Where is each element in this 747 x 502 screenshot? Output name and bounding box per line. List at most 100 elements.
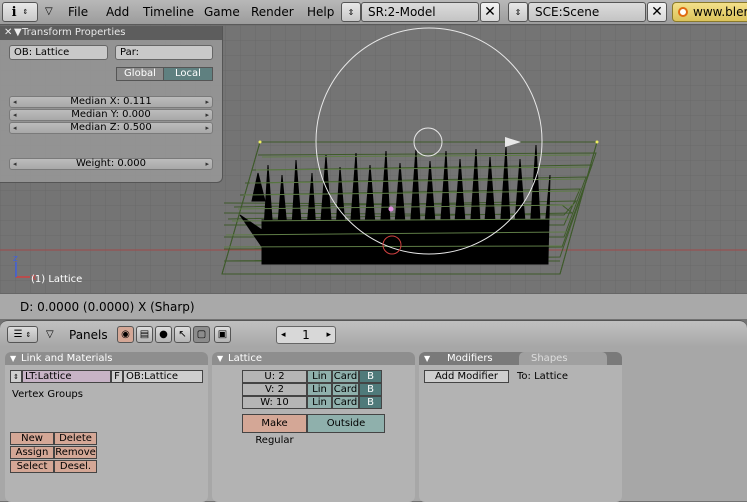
arrow-right-icon: ▸ [205,98,209,106]
svg-text:z: z [13,254,18,264]
sphere-icon: ● [159,329,168,340]
logic-context-button[interactable]: ◉ [117,326,134,343]
add-modifier-button[interactable]: Add Modifier [424,370,509,383]
square-icon: ▢ [196,329,207,340]
transform-properties-panel: ✕ ▼ Transform Properties OB: Lattice Par… [0,26,223,183]
panel-title: Link and Materials [21,353,113,364]
median-z-field[interactable]: ◂ Median Z: 0.500 ▸ [9,122,213,134]
u-bspline-button[interactable]: B [359,370,382,383]
close-icon: ✕ [484,4,496,20]
weight-field[interactable]: ◂ Weight: 0.000 ▸ [9,158,213,170]
image-icon: ▣ [217,329,228,340]
menu-file[interactable]: File [68,5,88,19]
w-card-button[interactable]: Card [332,396,359,409]
global-toggle[interactable]: Global [116,67,164,81]
new-vertex-group-button[interactable]: New [10,432,54,445]
modifiers-panel: ▼ Modifiers Shapes Add Modifier To: Latt… [419,352,622,502]
menu-add[interactable]: Add [106,5,129,19]
median-y-field[interactable]: ◂ Median Y: 0.000 ▸ [9,109,213,121]
arrow-left-icon: ◂ [281,330,286,340]
u-lin-button[interactable]: Lin [307,370,332,383]
arrow-left-icon: ◂ [13,98,17,106]
w-bspline-button[interactable]: B [359,396,382,409]
v-bspline-button[interactable]: B [359,383,382,396]
updown-arrow-icon: ⇕ [22,8,29,16]
vertex-groups-label: Vertex Groups [12,389,83,400]
close-icon: ✕ [651,4,663,20]
screen-browse-button[interactable]: ⇕ [341,2,361,22]
panel-header[interactable]: ▼ Lattice [212,352,415,365]
panel-header: ▼ Modifiers Shapes [419,352,622,365]
screen-delete-button[interactable]: ✕ [480,2,500,22]
panel-page-field[interactable]: ◂ 1 ▸ [276,326,336,344]
collapse-triangle-icon[interactable]: ▼ [14,26,22,40]
median-x-field[interactable]: ◂ Median X: 0.111 ▸ [9,96,213,108]
scene-name-field[interactable]: SCE:Scene [528,2,646,22]
scene-browse-button[interactable]: ⇕ [508,2,528,22]
top-menu-bar: i ⇕ ▽ File Add Timeline Game Render Help… [0,0,747,25]
page-number: 1 [302,328,310,342]
v-resolution-field[interactable]: V: 2 [242,383,307,396]
scene-context-button[interactable]: ▣ [214,326,231,343]
arrow-left-icon: ◂ [13,160,17,168]
panel-header[interactable]: ▼ Link and Materials [5,352,208,365]
pacman-icon: ◉ [121,329,130,340]
delete-vertex-group-button[interactable]: Delete [54,432,97,445]
u-value: U: 2 [264,371,285,382]
website-link[interactable]: www.bler [672,2,747,22]
remove-button[interactable]: Remove [54,446,97,459]
info-icon: i [11,4,17,20]
object-name-field[interactable]: OB:Lattice [123,370,203,383]
menu-render[interactable]: Render [251,5,294,19]
window-type-button[interactable]: ☰ ⇕ [7,326,38,343]
menu-timeline[interactable]: Timeline [143,5,194,19]
close-icon[interactable]: ✕ [4,26,12,40]
tab-shapes[interactable]: Shapes [519,352,607,365]
updown-arrow-icon: ⇕ [25,331,32,339]
editing-context-button[interactable]: ▢ [193,326,210,343]
deselect-button[interactable]: Desel. [54,460,97,473]
arrow-left-icon: ◂ [13,124,17,132]
active-object-label: (1) Lattice [31,274,83,285]
w-lin-button[interactable]: Lin [307,396,332,409]
updown-arrow-icon: ⇕ [13,373,19,381]
lattice-browse-button[interactable]: ⇕ [10,370,22,383]
outside-toggle[interactable]: Outside [307,414,385,433]
viewport-status-bar: D: 0.0000 (0.0000) X (Sharp) [0,293,747,319]
collapse-triangle-icon[interactable]: ▼ [424,352,430,365]
buttons-window-header: ☰ ⇕ ▽ Panels ◉ ▤ ● ↖ ▢ ▣ ◂ 1 ▸ [0,320,747,347]
menu-help[interactable]: Help [307,5,334,19]
object-name-field[interactable]: OB: Lattice [9,45,108,60]
local-toggle[interactable]: Local [163,67,213,81]
u-card-button[interactable]: Card [332,370,359,383]
lattice-datablock-field[interactable]: LT:Lattice [22,370,111,383]
v-lin-button[interactable]: Lin [307,383,332,396]
w-value: W: 10 [260,397,289,408]
panel-title: Lattice [228,353,262,364]
make-regular-button[interactable]: Make Regular [242,414,307,446]
fake-user-button[interactable]: F [111,370,123,383]
collapse-menu-icon[interactable]: ▽ [46,329,54,340]
arrow-right-icon: ▸ [205,111,209,119]
weight-value: Weight: 0.000 [75,158,146,169]
assign-button[interactable]: Assign [10,446,54,459]
buttons-window-body: ▼ Link and Materials ⇕ LT:Lattice F OB:L… [0,347,747,502]
script-context-button[interactable]: ▤ [136,326,153,343]
screen-name-field[interactable]: SR:2-Model [361,2,479,22]
parent-field[interactable]: Par: [115,45,213,60]
shading-context-button[interactable]: ● [155,326,172,343]
tab-modifiers[interactable]: Modifiers [447,352,493,365]
panel-header: ✕ ▼ Transform Properties [0,26,222,40]
menu-game[interactable]: Game [204,5,240,19]
u-resolution-field[interactable]: U: 2 [242,370,307,383]
panels-menu[interactable]: Panels [69,328,108,342]
window-type-button[interactable]: i ⇕ [2,2,38,22]
select-button[interactable]: Select [10,460,54,473]
v-card-button[interactable]: Card [332,383,359,396]
updown-arrow-icon: ⇕ [347,7,355,17]
updown-arrow-icon: ⇕ [514,7,522,17]
scene-delete-button[interactable]: ✕ [647,2,667,22]
collapse-menu-icon[interactable]: ▽ [45,6,53,17]
object-context-button[interactable]: ↖ [174,326,191,343]
w-resolution-field[interactable]: W: 10 [242,396,307,409]
